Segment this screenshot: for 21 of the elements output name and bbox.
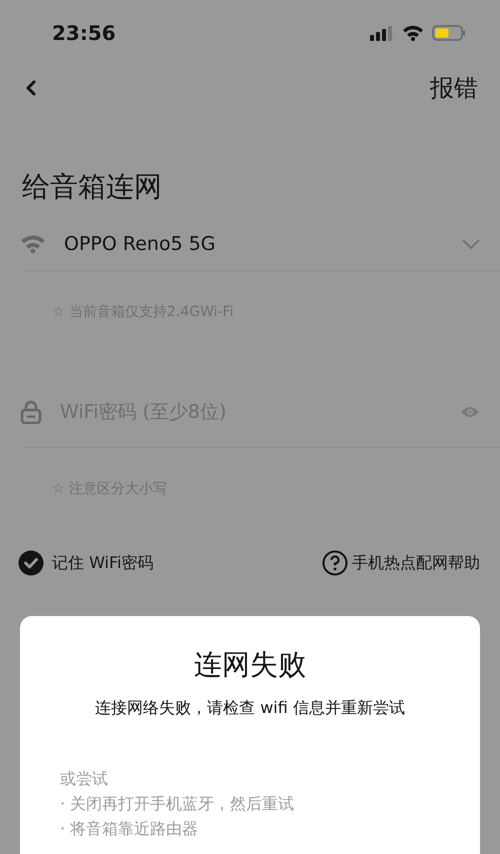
battery-icon bbox=[432, 25, 466, 41]
dialog-title: 连网失败 bbox=[193, 647, 307, 683]
back-button[interactable] bbox=[24, 79, 38, 97]
lock-icon bbox=[20, 400, 42, 424]
alternative-tip: · 将音箱靠近路由器 bbox=[60, 819, 200, 840]
checkmark-icon bbox=[18, 550, 44, 576]
alternatives-heading: 或尝试 bbox=[60, 769, 109, 790]
signal-icon bbox=[370, 25, 394, 41]
wifi-icon bbox=[20, 234, 46, 254]
network-name: OPPO Reno5 5G bbox=[64, 233, 217, 255]
hotspot-help-link[interactable]: 手机热点配网帮助 bbox=[322, 550, 480, 576]
remember-password-checkbox[interactable]: 记住 WiFi密码 bbox=[18, 550, 154, 576]
alternative-tip: · 关闭再打开手机蓝牙，然后重试 bbox=[60, 794, 296, 815]
report-button[interactable]: 报错 bbox=[430, 72, 478, 104]
dialog-message: 连接网络失败，请检查 wifi 信息并重新尝试 bbox=[94, 698, 406, 719]
page-title: 给音箱连网 bbox=[22, 169, 163, 205]
chevron-down-icon bbox=[462, 239, 480, 249]
status-time: 23:56 bbox=[52, 21, 116, 45]
network-selector[interactable]: OPPO Reno5 5G bbox=[20, 218, 500, 271]
help-icon bbox=[322, 550, 348, 576]
wifi-icon bbox=[402, 25, 424, 41]
